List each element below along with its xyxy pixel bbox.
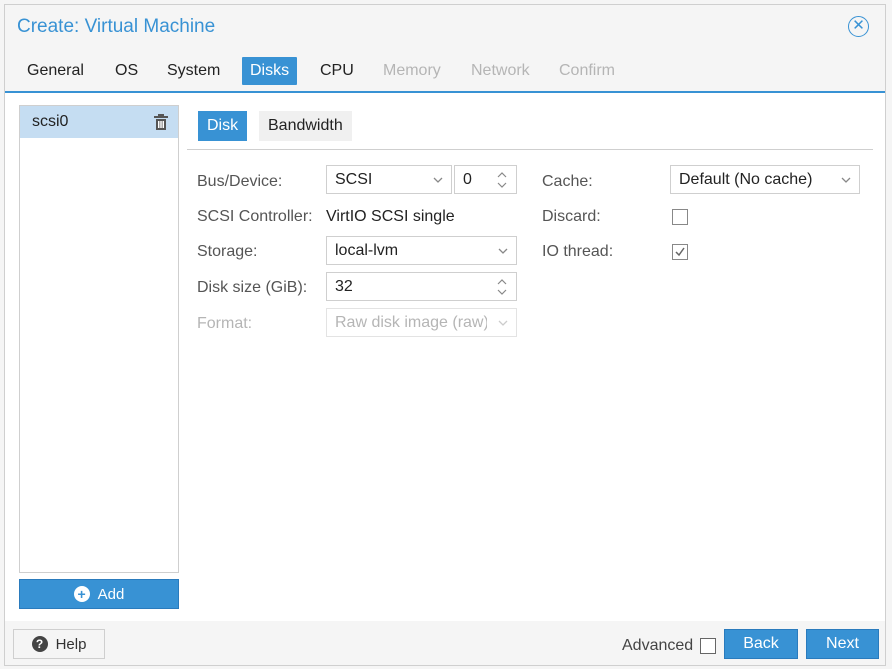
format-select: Raw disk image (raw) xyxy=(326,308,517,337)
device-number-stepper[interactable]: 0 xyxy=(454,165,517,194)
tab-general[interactable]: General xyxy=(19,57,92,85)
add-disk-button[interactable]: + Add xyxy=(19,579,179,609)
wizard-tabs: General OS System Disks CPU Memory Netwo… xyxy=(5,55,885,91)
back-button[interactable]: Back xyxy=(724,629,798,659)
storage-select[interactable]: local-lvm xyxy=(326,236,517,265)
disks-panel: scsi0 + Add Disk Bandwidth Bus/Device: S… xyxy=(5,93,885,621)
io-thread-label: IO thread: xyxy=(542,243,614,260)
scsi-controller-label: SCSI Controller: xyxy=(197,208,313,225)
chevron-down-icon xyxy=(498,320,508,326)
plus-icon: + xyxy=(73,586,90,602)
subtab-disk[interactable]: Disk xyxy=(198,111,248,141)
format-value: Raw disk image (raw) xyxy=(335,314,487,331)
check-icon xyxy=(675,247,685,257)
disk-size-label: Disk size (GiB): xyxy=(197,279,308,296)
chevron-down-icon xyxy=(498,248,508,254)
tab-memory: Memory xyxy=(383,62,441,79)
tab-disks[interactable]: Disks xyxy=(242,57,298,85)
bus-device-label: Bus/Device: xyxy=(197,173,283,190)
trash-icon[interactable] xyxy=(154,114,168,130)
help-icon: ? xyxy=(31,636,48,652)
help-button[interactable]: ? Help xyxy=(13,629,105,659)
io-thread-checkbox[interactable] xyxy=(672,244,688,260)
list-item-scsi0[interactable]: scsi0 xyxy=(20,106,178,138)
close-icon[interactable]: ✕ xyxy=(848,16,869,37)
discard-checkbox[interactable] xyxy=(672,209,688,225)
tab-cpu[interactable]: CPU xyxy=(312,57,362,85)
chevron-down-icon xyxy=(433,177,443,183)
subtab-bandwidth[interactable]: Bandwidth xyxy=(259,111,352,141)
bus-select[interactable]: SCSI xyxy=(326,165,452,194)
scsi-controller-value: VirtIO SCSI single xyxy=(326,208,455,225)
advanced-checkbox[interactable] xyxy=(700,638,716,654)
help-label: Help xyxy=(55,635,87,653)
chevron-down-icon xyxy=(841,177,851,183)
storage-label: Storage: xyxy=(197,243,258,260)
next-button[interactable]: Next xyxy=(806,629,879,659)
tab-network: Network xyxy=(471,62,530,79)
tab-confirm: Confirm xyxy=(559,62,616,79)
disk-list: scsi0 xyxy=(19,105,179,573)
disk-item-label: scsi0 xyxy=(32,113,69,130)
bus-value: SCSI xyxy=(335,171,373,188)
tab-system[interactable]: System xyxy=(159,57,228,85)
disk-size-stepper[interactable]: 32 xyxy=(326,272,517,301)
dialog-title: Create: Virtual Machine xyxy=(17,16,216,37)
spinner-icon[interactable] xyxy=(496,169,508,191)
format-label: Format: xyxy=(197,315,253,332)
advanced-label: Advanced xyxy=(622,637,694,654)
create-vm-dialog: Create: Virtual Machine ✕ General OS Sys… xyxy=(4,4,886,666)
storage-value: local-lvm xyxy=(335,242,399,259)
tab-os[interactable]: OS xyxy=(107,57,146,85)
cache-value: Default (No cache) xyxy=(679,171,813,188)
cache-label: Cache: xyxy=(542,173,593,190)
dialog-footer: ? Help Advanced Back Next xyxy=(5,623,885,665)
disk-size-value: 32 xyxy=(335,278,353,295)
add-button-label: Add xyxy=(97,585,125,603)
spinner-icon[interactable] xyxy=(496,276,508,298)
subtab-divider xyxy=(187,149,873,150)
device-number-value: 0 xyxy=(463,171,472,188)
discard-label: Discard: xyxy=(542,208,601,225)
title-bar: Create: Virtual Machine ✕ xyxy=(5,5,885,49)
cache-select[interactable]: Default (No cache) xyxy=(670,165,860,194)
